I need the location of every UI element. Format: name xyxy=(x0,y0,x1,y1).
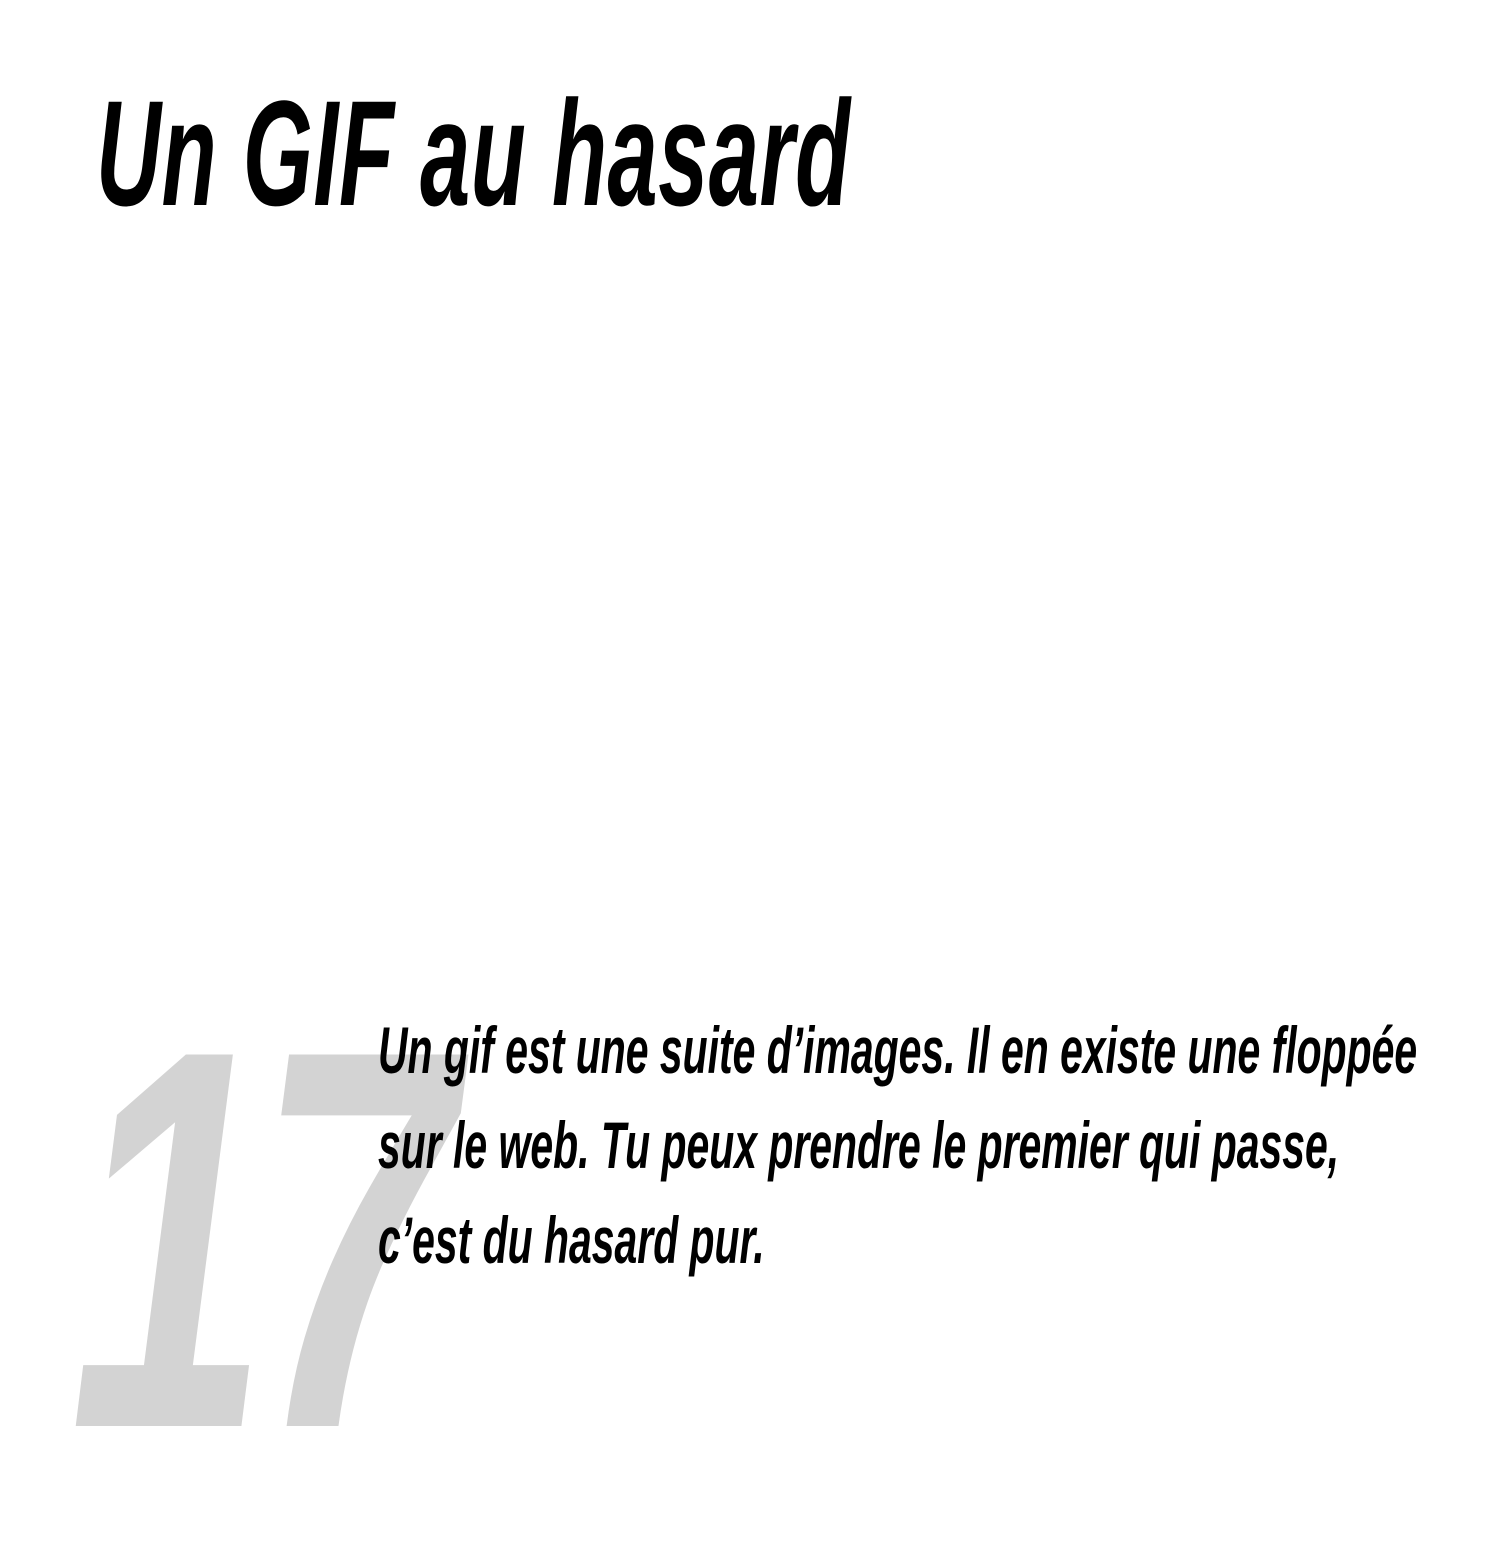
description-text: Un gif est une suite d’images. Il en exi… xyxy=(378,1013,1418,1277)
page-title: Un GIF au hasard xyxy=(96,69,851,237)
